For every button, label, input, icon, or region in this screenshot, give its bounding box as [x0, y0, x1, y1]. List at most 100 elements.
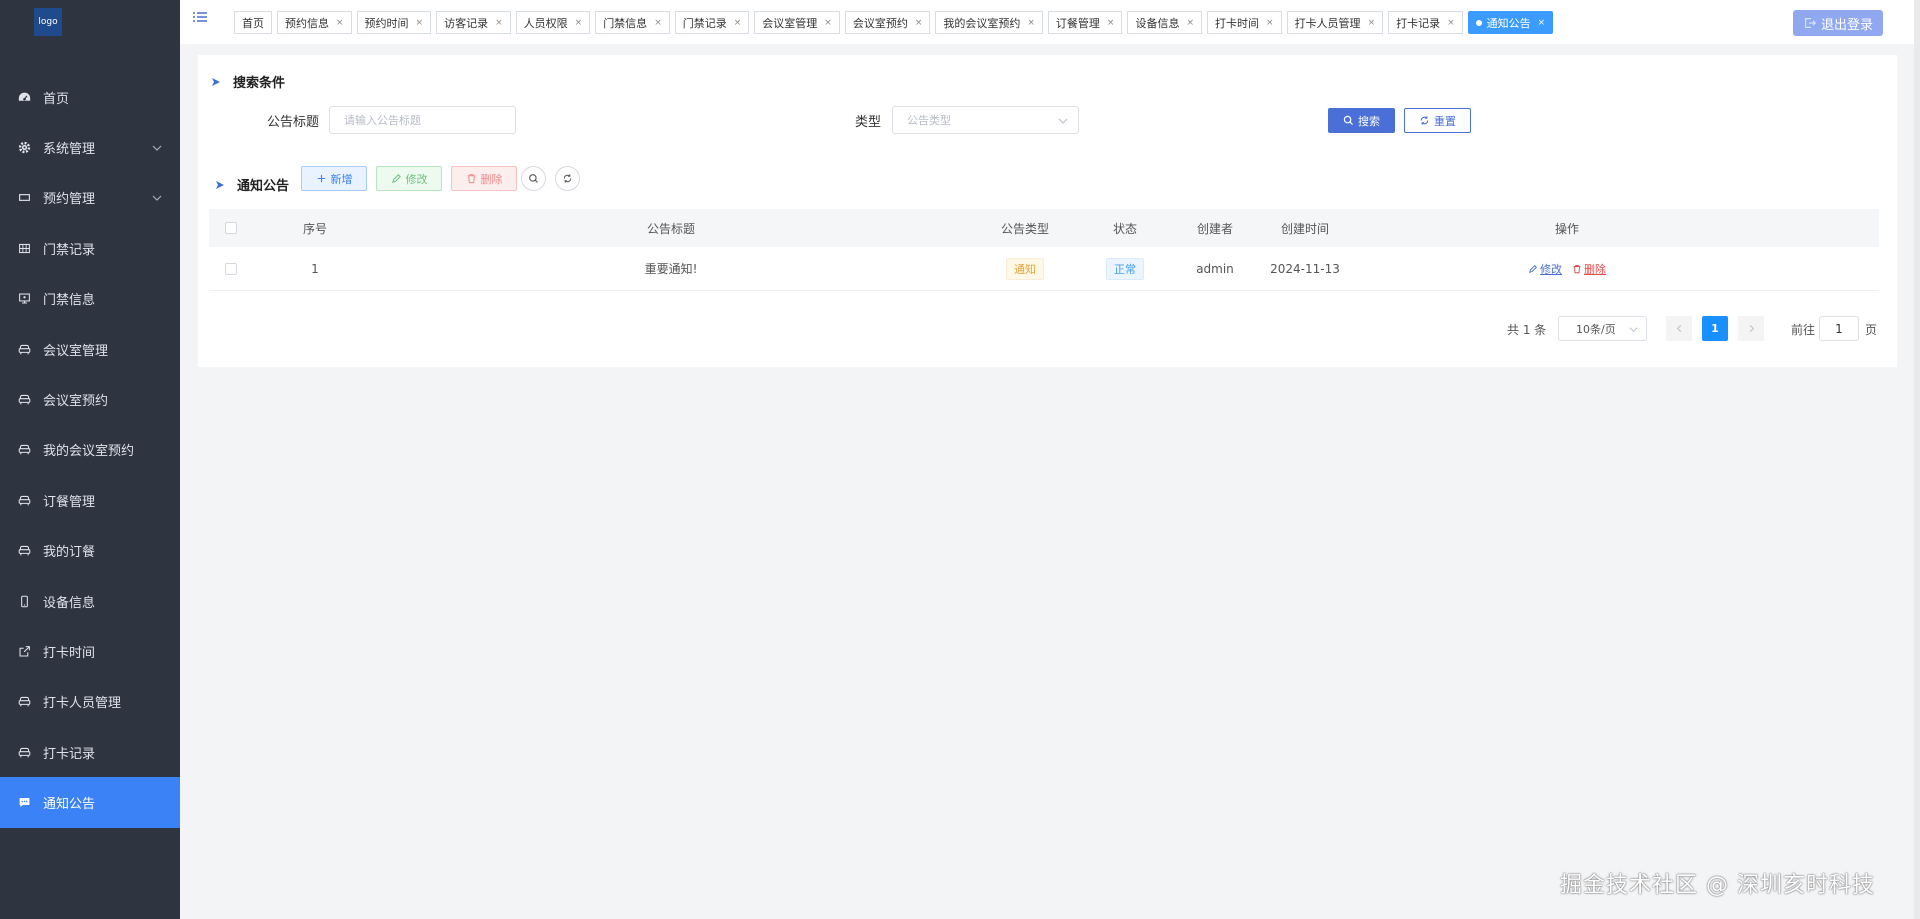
- sidebar-item-reservation[interactable]: 预约管理: [0, 173, 180, 223]
- sidebar-item-meeting-room-manage[interactable]: 会议室管理: [0, 324, 180, 374]
- tag-my-meeting-booking[interactable]: 我的会议室预约 ×: [935, 11, 1043, 34]
- title-input[interactable]: [329, 106, 516, 134]
- row-edit-link[interactable]: 修改: [1528, 261, 1562, 277]
- edit-icon: [391, 174, 401, 183]
- close-icon[interactable]: ×: [824, 18, 832, 28]
- tag-clock-record[interactable]: 打卡记录 ×: [1388, 11, 1463, 34]
- tag-label: 我的会议室预约: [943, 16, 1021, 30]
- close-icon[interactable]: ×: [495, 18, 503, 28]
- trash-icon: [467, 174, 475, 184]
- sidebar-item-system[interactable]: 系统管理: [0, 122, 180, 172]
- logout-button[interactable]: 退出登录: [1793, 10, 1883, 36]
- column-header: 序号: [302, 221, 327, 236]
- select-all-checkbox[interactable]: [225, 222, 237, 234]
- tag-meeting-room-manage[interactable]: 会议室管理 ×: [754, 11, 840, 34]
- sofa-icon: [17, 695, 31, 709]
- section-title-text: 搜索条件: [233, 76, 286, 91]
- tag-device-info[interactable]: 设备信息 ×: [1127, 11, 1203, 34]
- tag-meeting-room-booking[interactable]: 会议室预约 ×: [844, 11, 931, 34]
- reset-button[interactable]: 重置: [1404, 108, 1471, 133]
- dashboard-icon: [17, 90, 31, 104]
- tag-reservation-time[interactable]: 预约时间 ×: [356, 11, 432, 34]
- next-page-button[interactable]: [1738, 316, 1764, 341]
- search-button[interactable]: 搜索: [1328, 108, 1395, 133]
- type-badge: 通知: [1006, 257, 1044, 280]
- page-number-button[interactable]: 1: [1702, 316, 1728, 341]
- close-icon[interactable]: ×: [1186, 18, 1194, 28]
- sidebar-item-my-meeting-booking[interactable]: 我的会议室预约: [0, 425, 180, 475]
- row-edit-label: 修改: [1540, 262, 1562, 276]
- close-icon[interactable]: ×: [336, 18, 344, 28]
- chevron-down-icon: [1058, 118, 1068, 124]
- add-button-label[interactable]: 新增: [331, 171, 353, 187]
- add-button[interactable]: 新增: [301, 166, 367, 191]
- sidebar-item-clock-record[interactable]: 打卡记录: [0, 727, 180, 777]
- sidebar-item-notice[interactable]: 通知公告: [0, 777, 180, 828]
- sidebar-item-home[interactable]: 首页: [0, 72, 180, 122]
- sidebar-item-label: 通知公告: [43, 797, 96, 813]
- close-icon[interactable]: ×: [1266, 18, 1274, 28]
- sidebar-item-meal-manage[interactable]: 订餐管理: [0, 475, 180, 525]
- tag-reservation-info[interactable]: 预约信息 ×: [277, 11, 352, 34]
- close-icon[interactable]: ×: [915, 18, 923, 28]
- header-checkbox-cell: [209, 209, 253, 247]
- tag-clock-time[interactable]: 打卡时间 ×: [1207, 11, 1282, 34]
- sidebar-item-access-record[interactable]: 门禁记录: [0, 223, 180, 273]
- tag-visitor-record[interactable]: 访客记录 ×: [436, 11, 511, 34]
- edit-button-label: 修改: [405, 172, 428, 186]
- tag-label: 预约时间: [364, 16, 409, 30]
- chevron-down-icon: [152, 195, 162, 201]
- sidebar-item-access-info[interactable]: 门禁信息: [0, 274, 180, 324]
- goto-page-input[interactable]: [1819, 316, 1859, 341]
- edit-button[interactable]: 修改: [376, 166, 442, 191]
- index-cell: 1: [311, 261, 319, 276]
- menu-toggle-icon[interactable]: [192, 10, 208, 26]
- tag-notice[interactable]: 通知公告 ×: [1467, 11, 1554, 34]
- page-size-select[interactable]: 10条/页: [1558, 316, 1647, 341]
- tag-access-info[interactable]: 门禁信息 ×: [595, 11, 670, 34]
- close-icon[interactable]: ×: [416, 18, 424, 28]
- type-select[interactable]: 公告类型: [892, 106, 1079, 134]
- logo: logo: [34, 8, 62, 36]
- tag-access-record[interactable]: 门禁记录 ×: [674, 11, 750, 34]
- chevron-left-icon: [1676, 324, 1681, 333]
- column-header: 公告标题: [646, 221, 695, 236]
- close-icon[interactable]: ×: [1027, 18, 1035, 28]
- tag-home[interactable]: 首页: [234, 11, 272, 34]
- tag-label: 会议室预约: [852, 16, 908, 30]
- sidebar-item-clock-time[interactable]: 打卡时间: [0, 626, 180, 676]
- scrollbar-track[interactable]: [1914, 0, 1920, 919]
- prev-page-button[interactable]: [1666, 316, 1692, 341]
- sidebar-item-label: 打卡人员管理: [43, 696, 122, 712]
- close-icon[interactable]: ×: [1447, 18, 1455, 28]
- row-delete-link[interactable]: 删除: [1572, 261, 1606, 277]
- row-checkbox-cell: [209, 247, 253, 290]
- refresh-icon: [1420, 116, 1429, 125]
- close-icon[interactable]: ×: [1368, 18, 1376, 28]
- sidebar-item-my-meal[interactable]: 我的订餐: [0, 526, 180, 576]
- delete-button-label: 删除: [480, 172, 503, 186]
- close-icon[interactable]: ×: [734, 18, 742, 28]
- sidebar-item-meeting-room-booking[interactable]: 会议室预约: [0, 374, 180, 424]
- mobile-icon: [17, 594, 31, 608]
- sofa-icon: [17, 544, 31, 558]
- close-icon[interactable]: ×: [575, 18, 583, 28]
- delete-button[interactable]: 删除: [451, 166, 517, 191]
- tag-label: 打卡记录: [1396, 16, 1441, 30]
- sidebar-item-clock-staff[interactable]: 打卡人员管理: [0, 677, 180, 727]
- table-row[interactable]: 1 重要通知! 通知 正常 admin 2024-11-13 修改 删除: [209, 247, 1879, 291]
- tag-staff-permission[interactable]: 人员权限 ×: [515, 11, 591, 34]
- row-checkbox[interactable]: [225, 262, 237, 275]
- table-header: 序号 公告标题 公告类型 状态 创建者 创建时间 操作: [209, 209, 1879, 247]
- close-icon[interactable]: ×: [1107, 18, 1115, 28]
- column-header: 公告类型: [1000, 221, 1049, 236]
- sidebar-item-device-info[interactable]: 设备信息: [0, 576, 180, 626]
- tag-clock-staff[interactable]: 打卡人员管理 ×: [1286, 11, 1384, 34]
- refresh-button[interactable]: [555, 166, 580, 191]
- close-icon[interactable]: ×: [654, 18, 662, 28]
- sofa-icon: [17, 342, 31, 356]
- tag-meal-manage[interactable]: 订餐管理 ×: [1047, 11, 1123, 34]
- toggle-search-button[interactable]: [521, 166, 546, 191]
- topbar: 首页 预约信息 × 预约时间 × 访客记录 × 人员权限 × 门禁信息 × 门禁记录 × 会…: [180, 0, 1920, 44]
- close-icon[interactable]: ×: [1538, 18, 1546, 28]
